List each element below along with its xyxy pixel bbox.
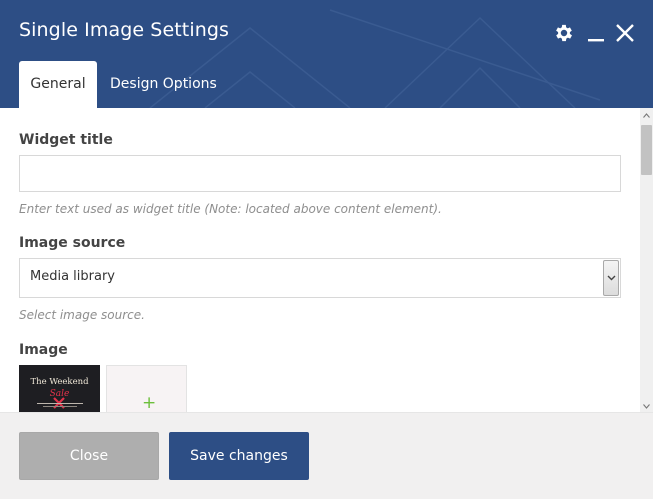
modal-header: Single Image Settings General Design Opt… xyxy=(0,0,653,108)
image-thumbnail[interactable]: The Weekend Sale xyxy=(19,365,100,412)
thumbnail-line1: The Weekend xyxy=(30,377,89,387)
image-label: Image xyxy=(19,342,68,358)
add-image-button[interactable]: + xyxy=(106,365,187,412)
scroll-down-icon[interactable] xyxy=(643,404,650,409)
plus-icon: + xyxy=(142,393,157,412)
content-scrollbar[interactable] xyxy=(640,108,653,412)
settings-panel: Widget title Enter text used as widget t… xyxy=(0,108,640,412)
image-source-value: Media library xyxy=(30,269,116,284)
widget-title-input[interactable] xyxy=(19,155,621,192)
chevron-down-icon xyxy=(607,275,616,281)
close-icon[interactable] xyxy=(614,22,636,44)
modal-title: Single Image Settings xyxy=(19,19,230,41)
minimize-icon[interactable] xyxy=(586,22,608,44)
thumbnail-fine-print xyxy=(37,403,83,407)
save-changes-button[interactable]: Save changes xyxy=(169,432,309,480)
scroll-up-icon[interactable] xyxy=(643,113,650,118)
image-source-select[interactable]: Media library xyxy=(19,258,621,298)
widget-title-help: Enter text used as widget title (Note: l… xyxy=(19,202,442,216)
tab-general[interactable]: General xyxy=(19,61,97,108)
scrollbar-thumb[interactable] xyxy=(641,125,652,175)
widget-title-label: Widget title xyxy=(19,132,113,148)
gear-icon[interactable] xyxy=(553,22,575,44)
modal-footer: Close Save changes xyxy=(0,412,653,499)
image-source-help: Select image source. xyxy=(19,308,145,322)
close-button[interactable]: Close xyxy=(19,432,159,480)
image-source-label: Image source xyxy=(19,235,126,251)
select-arrow-button[interactable] xyxy=(603,260,619,296)
tab-design-options[interactable]: Design Options xyxy=(97,61,230,108)
